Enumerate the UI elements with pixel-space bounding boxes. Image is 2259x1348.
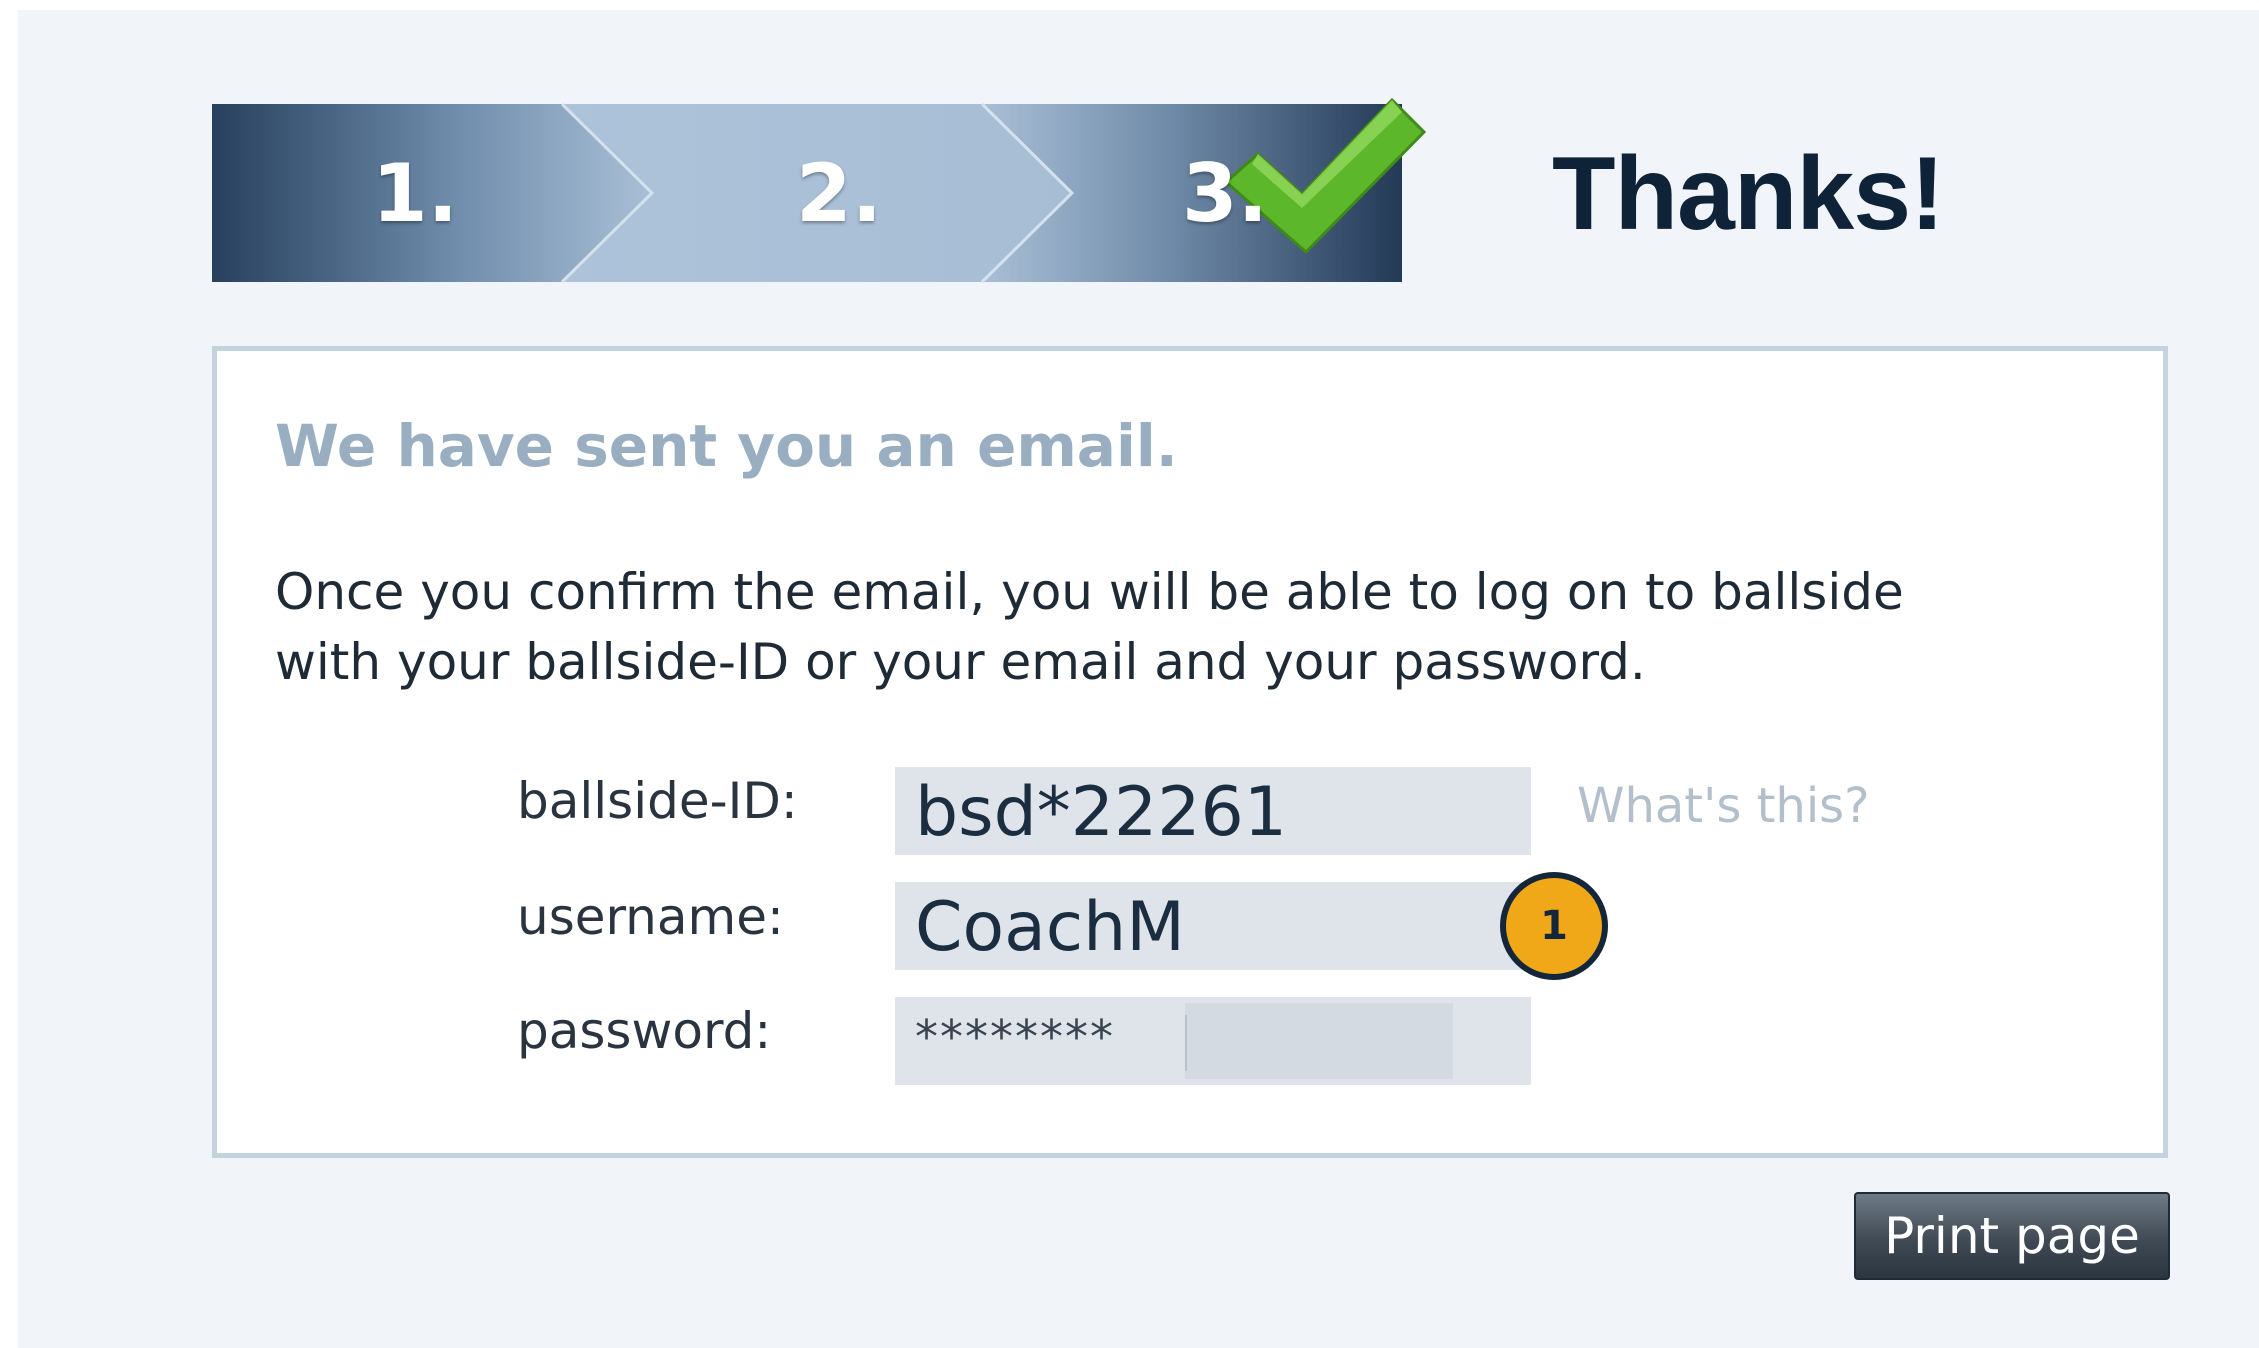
username-label: username: <box>517 888 784 946</box>
print-page-button[interactable]: Print page <box>1854 1192 2170 1280</box>
confirmation-message: Once you confirm the email, you will be … <box>275 557 2135 697</box>
ballside-id-value: bsd*22261 <box>895 767 1531 855</box>
whats-this-link[interactable]: What's this? <box>1577 776 1870 836</box>
step-2-label: 2. <box>796 147 883 240</box>
step-3-label: 3. <box>1182 147 1269 240</box>
password-text: ******** <box>915 1010 1115 1064</box>
confirmation-message-line: Once you confirm the email, you will be … <box>275 563 1904 621</box>
ballside-id-label: ballside-ID: <box>517 772 798 830</box>
step-1-label: 1. <box>372 147 459 240</box>
password-label: password: <box>517 1002 772 1060</box>
password-mask <box>1185 1003 1453 1079</box>
confirmation-heading: We have sent you an email. <box>275 412 1178 480</box>
username-value: CoachM <box>895 882 1531 970</box>
annotation-badge: 1 <box>1500 872 1608 980</box>
password-value: ******** <box>895 997 1531 1085</box>
page-title: Thanks! <box>1552 136 1945 252</box>
steps-progress-bar: 1. 2. 3. <box>212 97 1427 284</box>
confirmation-message-line: with your ballside-ID or your email and … <box>275 633 1646 691</box>
password-cursor <box>1185 1015 1187 1071</box>
confirmation-box: We have sent you an email. Once you conf… <box>212 346 2168 1158</box>
